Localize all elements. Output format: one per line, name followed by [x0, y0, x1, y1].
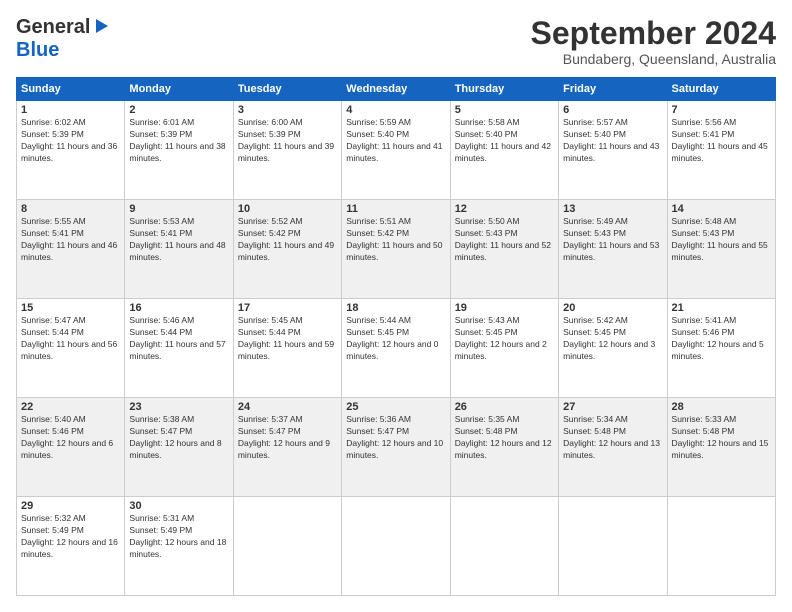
- header-thursday: Thursday: [450, 78, 558, 101]
- calendar-week-5: 29Sunrise: 5:32 AMSunset: 5:49 PMDayligh…: [17, 497, 776, 596]
- header-tuesday: Tuesday: [233, 78, 341, 101]
- calendar-table: Sunday Monday Tuesday Wednesday Thursday…: [16, 77, 776, 596]
- table-row: 15Sunrise: 5:47 AMSunset: 5:44 PMDayligh…: [17, 299, 125, 398]
- table-row: 29Sunrise: 5:32 AMSunset: 5:49 PMDayligh…: [17, 497, 125, 596]
- header-wednesday: Wednesday: [342, 78, 450, 101]
- header: General Blue September 2024 Bundaberg, Q…: [16, 16, 776, 67]
- table-row: [667, 497, 775, 596]
- logo-arrow-icon: [92, 17, 110, 35]
- table-row: 30Sunrise: 5:31 AMSunset: 5:49 PMDayligh…: [125, 497, 233, 596]
- table-row: 27Sunrise: 5:34 AMSunset: 5:48 PMDayligh…: [559, 398, 667, 497]
- table-row: 4Sunrise: 5:59 AMSunset: 5:40 PMDaylight…: [342, 101, 450, 200]
- table-row: 14Sunrise: 5:48 AMSunset: 5:43 PMDayligh…: [667, 200, 775, 299]
- table-row: 18Sunrise: 5:44 AMSunset: 5:45 PMDayligh…: [342, 299, 450, 398]
- header-saturday: Saturday: [667, 78, 775, 101]
- table-row: 7Sunrise: 5:56 AMSunset: 5:41 PMDaylight…: [667, 101, 775, 200]
- table-row: [450, 497, 558, 596]
- table-row: 19Sunrise: 5:43 AMSunset: 5:45 PMDayligh…: [450, 299, 558, 398]
- location: Bundaberg, Queensland, Australia: [531, 51, 776, 67]
- table-row: 2Sunrise: 6:01 AMSunset: 5:39 PMDaylight…: [125, 101, 233, 200]
- table-row: 21Sunrise: 5:41 AMSunset: 5:46 PMDayligh…: [667, 299, 775, 398]
- table-row: 26Sunrise: 5:35 AMSunset: 5:48 PMDayligh…: [450, 398, 558, 497]
- table-row: 16Sunrise: 5:46 AMSunset: 5:44 PMDayligh…: [125, 299, 233, 398]
- header-monday: Monday: [125, 78, 233, 101]
- logo-general-text: General: [16, 16, 90, 39]
- table-row: [559, 497, 667, 596]
- table-row: [342, 497, 450, 596]
- table-row: 11Sunrise: 5:51 AMSunset: 5:42 PMDayligh…: [342, 200, 450, 299]
- table-row: 23Sunrise: 5:38 AMSunset: 5:47 PMDayligh…: [125, 398, 233, 497]
- month-title: September 2024: [531, 16, 776, 51]
- table-row: 13Sunrise: 5:49 AMSunset: 5:43 PMDayligh…: [559, 200, 667, 299]
- table-row: 8Sunrise: 5:55 AMSunset: 5:41 PMDaylight…: [17, 200, 125, 299]
- table-row: 1Sunrise: 6:02 AMSunset: 5:39 PMDaylight…: [17, 101, 125, 200]
- table-row: 10Sunrise: 5:52 AMSunset: 5:42 PMDayligh…: [233, 200, 341, 299]
- table-row: 28Sunrise: 5:33 AMSunset: 5:48 PMDayligh…: [667, 398, 775, 497]
- table-row: 6Sunrise: 5:57 AMSunset: 5:40 PMDaylight…: [559, 101, 667, 200]
- table-row: 22Sunrise: 5:40 AMSunset: 5:46 PMDayligh…: [17, 398, 125, 497]
- header-friday: Friday: [559, 78, 667, 101]
- calendar-header-row: Sunday Monday Tuesday Wednesday Thursday…: [17, 78, 776, 101]
- table-row: 5Sunrise: 5:58 AMSunset: 5:40 PMDaylight…: [450, 101, 558, 200]
- header-sunday: Sunday: [17, 78, 125, 101]
- page: General Blue September 2024 Bundaberg, Q…: [0, 0, 792, 612]
- table-row: 12Sunrise: 5:50 AMSunset: 5:43 PMDayligh…: [450, 200, 558, 299]
- logo: General Blue: [16, 16, 110, 62]
- table-row: 3Sunrise: 6:00 AMSunset: 5:39 PMDaylight…: [233, 101, 341, 200]
- table-row: 24Sunrise: 5:37 AMSunset: 5:47 PMDayligh…: [233, 398, 341, 497]
- table-row: 9Sunrise: 5:53 AMSunset: 5:41 PMDaylight…: [125, 200, 233, 299]
- logo-blue-text: Blue: [16, 39, 110, 62]
- table-row: 20Sunrise: 5:42 AMSunset: 5:45 PMDayligh…: [559, 299, 667, 398]
- table-row: 17Sunrise: 5:45 AMSunset: 5:44 PMDayligh…: [233, 299, 341, 398]
- calendar-week-3: 15Sunrise: 5:47 AMSunset: 5:44 PMDayligh…: [17, 299, 776, 398]
- calendar-week-2: 8Sunrise: 5:55 AMSunset: 5:41 PMDaylight…: [17, 200, 776, 299]
- calendar-week-4: 22Sunrise: 5:40 AMSunset: 5:46 PMDayligh…: [17, 398, 776, 497]
- title-block: September 2024 Bundaberg, Queensland, Au…: [531, 16, 776, 67]
- table-row: [233, 497, 341, 596]
- calendar-week-1: 1Sunrise: 6:02 AMSunset: 5:39 PMDaylight…: [17, 101, 776, 200]
- table-row: 25Sunrise: 5:36 AMSunset: 5:47 PMDayligh…: [342, 398, 450, 497]
